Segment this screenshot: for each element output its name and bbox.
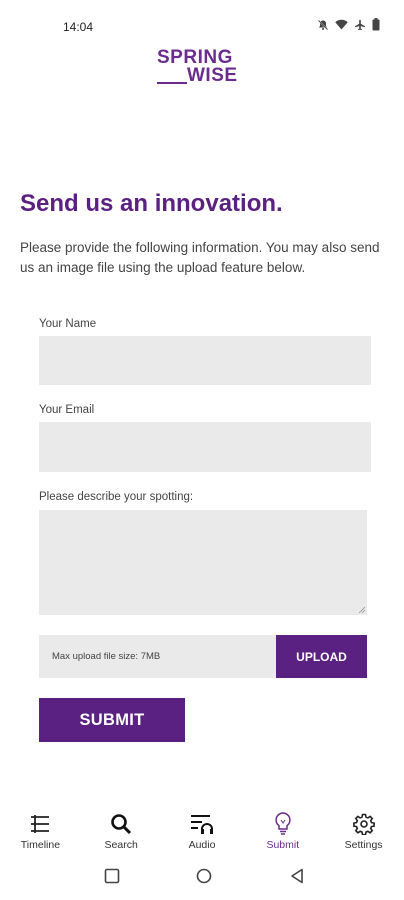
submit-button[interactable]: SUBMIT [39, 698, 185, 742]
description-label: Please describe your spotting: [39, 491, 194, 503]
tab-timeline[interactable]: Timeline [0, 806, 81, 858]
tab-submit[interactable]: Submit [242, 806, 323, 858]
wifi-icon [335, 19, 348, 30]
back-icon [291, 868, 303, 884]
audio-icon [190, 812, 214, 836]
name-field[interactable] [39, 336, 371, 385]
home-icon [196, 868, 212, 884]
name-label: Your Name [39, 318, 97, 330]
tab-label-search: Search [104, 839, 138, 851]
lightbulb-icon [274, 812, 292, 836]
email-field[interactable] [39, 422, 371, 472]
status-time: 14:04 [63, 20, 94, 34]
resize-handle-icon[interactable] [359, 607, 365, 613]
notifications-off-icon [317, 19, 329, 31]
tab-label-submit: Submit [266, 839, 300, 851]
recents-icon [104, 868, 120, 884]
tab-label-audio: Audio [188, 839, 216, 851]
tab-label-timeline: Timeline [20, 839, 61, 851]
tab-search[interactable]: Search [81, 806, 162, 858]
home-button[interactable] [196, 868, 212, 889]
search-icon [110, 812, 132, 836]
email-label: Your Email [39, 404, 95, 416]
timeline-icon [29, 812, 51, 836]
logo-line2: WISE [187, 65, 238, 86]
upload-row: Max upload file size: 7MB UPLOAD [39, 635, 367, 678]
tab-settings[interactable]: Settings [323, 806, 404, 858]
status-bar: 14:04 [0, 0, 404, 44]
bottom-tab-bar: Timeline Search Audio Submit Settings [0, 806, 404, 858]
springwise-logo: SPRING WISE [157, 48, 251, 90]
upload-button[interactable]: UPLOAD [276, 635, 367, 678]
status-icons [317, 18, 380, 31]
back-button[interactable] [290, 868, 304, 889]
recents-button[interactable] [104, 868, 120, 889]
system-nav-bar [0, 858, 404, 900]
upload-hint: Max upload file size: 7MB [52, 651, 161, 662]
battery-icon [372, 18, 380, 31]
intro-text: Please provide the following information… [20, 240, 380, 275]
airplane-mode-icon [354, 19, 366, 31]
description-textarea[interactable] [39, 510, 367, 615]
tab-label-settings: Settings [344, 839, 383, 851]
page-title: Send us an innovation. [20, 190, 283, 217]
tab-audio[interactable]: Audio [162, 806, 243, 858]
logo-underline [157, 82, 187, 84]
gear-icon [352, 812, 375, 836]
